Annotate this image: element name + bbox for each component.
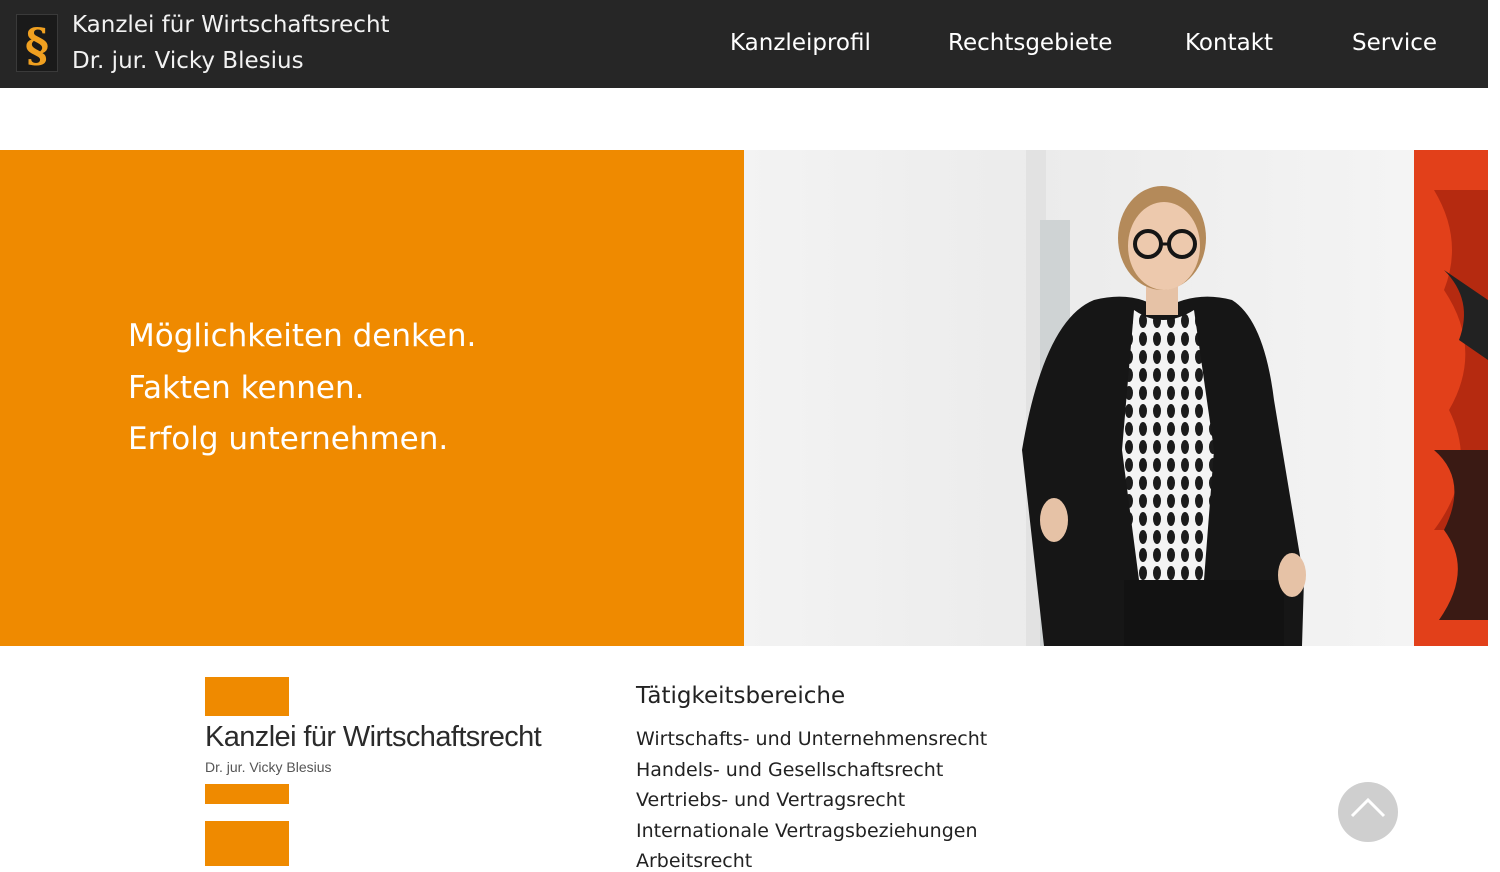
- brand-owner[interactable]: Dr. jur. Vicky Blesius: [72, 48, 304, 74]
- hero-slogan-panel: Möglichkeiten denken. Fakten kennen. Erf…: [0, 150, 744, 646]
- slogan-line-3: Erfolg unternehmen.: [128, 421, 449, 457]
- logo-subtitle: Dr. jur. Vicky Blesius: [205, 759, 332, 775]
- chevron-up-icon: [1350, 797, 1386, 818]
- logo-title: Kanzlei für Wirtschaftsrecht: [205, 721, 542, 753]
- area-item: Handels- und Gesellschaftsrecht: [636, 759, 944, 781]
- area-item: Arbeitsrecht: [636, 850, 753, 872]
- slogan-line-2: Fakten kennen.: [128, 370, 365, 406]
- slogan-line-1: Möglichkeiten denken.: [128, 318, 477, 354]
- portrait-photo: [744, 150, 1488, 646]
- areas-heading: Tätigkeitsbereiche: [636, 683, 846, 709]
- scroll-to-top-button[interactable]: [1338, 782, 1398, 842]
- svg-text:§: §: [25, 18, 49, 71]
- site-header: § Kanzlei für Wirtschaftsrecht Dr. jur. …: [0, 0, 1488, 88]
- nav-service[interactable]: Service: [1352, 30, 1437, 56]
- nav-rechtsgebiete[interactable]: Rechtsgebiete: [948, 30, 1112, 56]
- area-item: Wirtschafts- und Unternehmensrecht: [636, 728, 988, 750]
- kanzlei-logo: Kanzlei für Wirtschaftsrecht Dr. jur. Vi…: [205, 677, 585, 866]
- logo-square-bottom: [205, 821, 289, 866]
- paragraph-icon[interactable]: §: [16, 14, 58, 72]
- area-item: Internationale Vertragsbeziehungen: [636, 820, 978, 842]
- nav-kontakt[interactable]: Kontakt: [1185, 30, 1273, 56]
- nav-kanzleiprofil[interactable]: Kanzleiprofil: [730, 30, 871, 56]
- area-item: Vertriebs- und Vertragsrecht: [636, 789, 906, 811]
- brand-name[interactable]: Kanzlei für Wirtschaftsrecht: [72, 12, 390, 38]
- logo-bar-middle: [205, 784, 289, 804]
- logo-square-top: [205, 677, 289, 716]
